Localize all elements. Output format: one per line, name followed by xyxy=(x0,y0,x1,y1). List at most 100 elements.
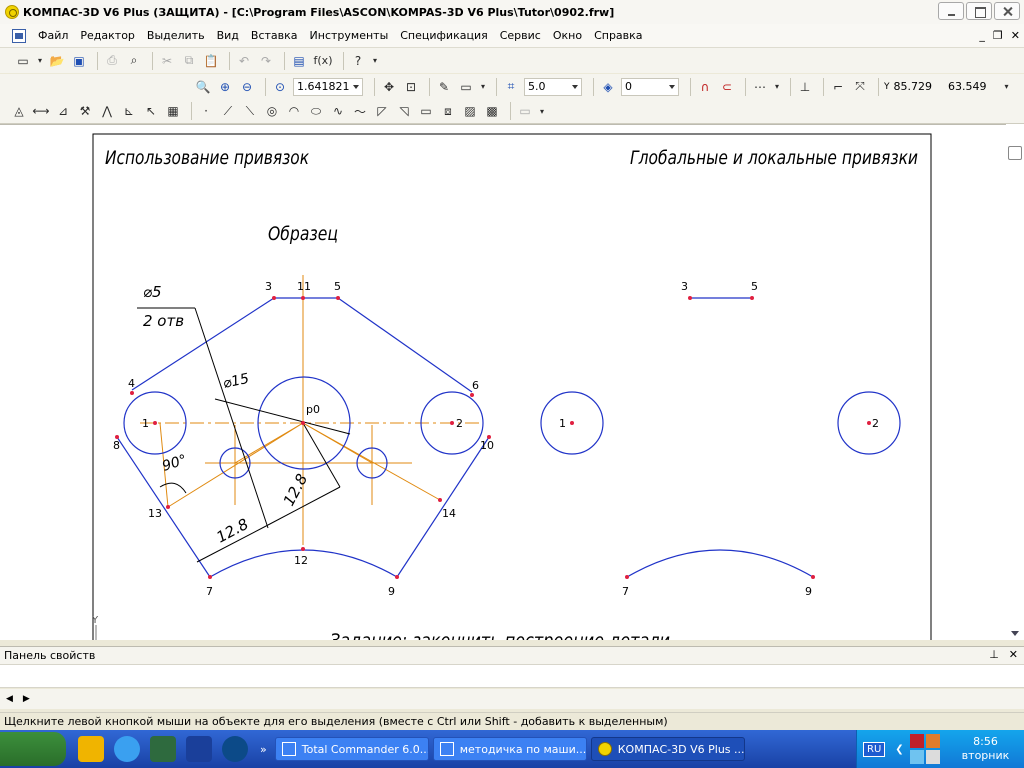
tray-network-icon[interactable] xyxy=(909,750,924,764)
ortho-icon[interactable]: ⌐ xyxy=(829,78,847,96)
step-cursor-icon[interactable]: ⌗ xyxy=(502,78,520,96)
display-dropdown-icon[interactable]: ▾ xyxy=(479,78,487,96)
menu-help[interactable]: Справка xyxy=(594,29,642,42)
new-document-icon[interactable]: ▭ xyxy=(14,52,32,70)
menu-select[interactable]: Выделить xyxy=(147,29,205,42)
vertical-scrollbar[interactable] xyxy=(1006,124,1024,640)
ellipse-icon[interactable]: ⬭ xyxy=(307,102,325,120)
clock[interactable]: 8:56 вторник xyxy=(962,735,1010,763)
quicklaunch-floppy-icon[interactable] xyxy=(182,732,216,766)
menu-specification[interactable]: Спецификация xyxy=(400,29,487,42)
doc-close-icon[interactable]: ✕ xyxy=(1011,29,1020,42)
zoom-window-icon[interactable]: 🔍 xyxy=(194,78,212,96)
fill-icon[interactable]: ▩ xyxy=(483,102,501,120)
circle-icon[interactable]: ◎ xyxy=(263,102,281,120)
close-button[interactable] xyxy=(994,2,1020,20)
hatch-icon[interactable]: ▨ xyxy=(461,102,479,120)
equidistant-icon[interactable]: ⧈ xyxy=(439,102,457,120)
menu-insert[interactable]: Вставка xyxy=(251,29,298,42)
display-mode-icon[interactable]: ▭ xyxy=(457,78,475,96)
pan-icon[interactable]: ✥ xyxy=(380,78,398,96)
select-panel-icon[interactable]: ↖ xyxy=(142,102,160,120)
manager-icon[interactable]: ▤ xyxy=(290,52,308,70)
quicklaunch-lightning-icon[interactable] xyxy=(74,732,108,766)
drawing-canvas[interactable]: Использование привязок Глобальные и лока… xyxy=(0,124,1024,640)
cursor-coords-icon[interactable]: ⤧ xyxy=(851,78,869,96)
redraw-icon[interactable]: ✎ xyxy=(435,78,453,96)
scroll-thumb[interactable] xyxy=(1008,146,1022,160)
segment-icon[interactable]: ⟍ xyxy=(241,102,259,120)
nav-right-icon[interactable]: ▶ xyxy=(23,694,30,704)
menu-window[interactable]: Окно xyxy=(553,29,582,42)
polyline-icon[interactable]: 〜 xyxy=(351,102,369,120)
quicklaunch-kompas-icon[interactable] xyxy=(218,732,252,766)
edit-panel-icon[interactable]: ⚒ xyxy=(76,102,94,120)
arc-icon[interactable]: ◠ xyxy=(285,102,303,120)
open-folder-icon[interactable]: 📂 xyxy=(48,52,66,70)
dimensions-panel-icon[interactable]: ⟷ xyxy=(32,102,50,120)
aux-line-icon[interactable]: ⟋ xyxy=(219,102,237,120)
task-total-commander[interactable]: Total Commander 6.0.... xyxy=(274,737,429,761)
coords-dropdown-icon[interactable]: ▾ xyxy=(1003,78,1011,96)
menu-service[interactable]: Сервис xyxy=(500,29,541,42)
step-combo[interactable]: 5.0 xyxy=(524,77,582,96)
symbols-panel-icon[interactable]: ⊿ xyxy=(54,102,72,120)
panel-pin-icon[interactable]: ⊥ xyxy=(989,648,999,661)
print-icon[interactable]: ⎙ xyxy=(103,52,121,70)
new-dropdown-icon[interactable]: ▾ xyxy=(36,52,44,70)
paste-icon[interactable]: 📋 xyxy=(202,52,220,70)
spec-panel-icon[interactable]: ▦ xyxy=(164,102,182,120)
drawing-svg[interactable]: Использование привязок Глобальные и лока… xyxy=(0,125,1006,640)
panel-close-icon[interactable]: ✕ xyxy=(1009,648,1018,661)
scroll-down-icon[interactable] xyxy=(1011,631,1019,636)
help-pointer-icon[interactable]: ? xyxy=(349,52,367,70)
rectangle-icon[interactable]: ▭ xyxy=(417,102,435,120)
zoom-in-icon[interactable]: ⊕ xyxy=(216,78,234,96)
point-icon[interactable]: · xyxy=(197,102,215,120)
layers-icon[interactable]: ◈ xyxy=(599,78,617,96)
measure-icon[interactable]: ⊾ xyxy=(120,102,138,120)
start-button[interactable] xyxy=(0,732,66,766)
geometry-panel-icon[interactable]: ◬ xyxy=(10,102,28,120)
grid-icon[interactable]: ⋯ xyxy=(751,78,769,96)
save-icon[interactable]: ▣ xyxy=(70,52,88,70)
variables-icon[interactable]: f(x) xyxy=(312,52,334,70)
nav-left-icon[interactable]: ◀ xyxy=(6,694,13,704)
task-word-doc[interactable]: методичка по маши... xyxy=(432,737,587,761)
doc-minimize-icon[interactable]: _ xyxy=(979,29,985,42)
quicklaunch-ie-icon[interactable] xyxy=(110,732,144,766)
chamfer-icon[interactable]: ◸ xyxy=(373,102,391,120)
layer-combo[interactable]: 0 xyxy=(621,77,679,96)
doc-restore-icon[interactable]: ❐ xyxy=(993,29,1003,42)
zoom-combo[interactable]: 1.641821 xyxy=(293,77,363,96)
menu-tools[interactable]: Инструменты xyxy=(310,29,389,42)
kaspersky-icon[interactable] xyxy=(909,734,924,748)
local-cs-icon[interactable]: ⊥ xyxy=(796,78,814,96)
fillet-icon[interactable]: ◹ xyxy=(395,102,413,120)
help-dropdown-icon[interactable]: ▾ xyxy=(371,52,379,70)
quicklaunch-desktop-icon[interactable] xyxy=(146,732,180,766)
menu-editor[interactable]: Редактор xyxy=(80,29,135,42)
language-indicator[interactable]: RU xyxy=(863,741,886,757)
zoom-scale-icon[interactable]: ⊙ xyxy=(271,78,289,96)
zoom-out-icon[interactable]: ⊖ xyxy=(238,78,256,96)
menu-file[interactable]: Файл xyxy=(38,29,68,42)
grid-dropdown-icon[interactable]: ▾ xyxy=(773,78,781,96)
copy-icon[interactable]: ⧉ xyxy=(180,52,198,70)
tray-expand-icon[interactable]: ❮ xyxy=(895,744,903,755)
parametrization-icon[interactable]: ⋀ xyxy=(98,102,116,120)
task-kompas[interactable]: КОМПАС-3D V6 Plus ... xyxy=(590,737,745,761)
quicklaunch-more-icon[interactable]: » xyxy=(260,743,267,756)
redo-icon[interactable]: ↷ xyxy=(257,52,275,70)
tray-app-icon[interactable] xyxy=(925,734,940,748)
macro-icon[interactable]: ▭ xyxy=(516,102,534,120)
tray-volume-icon[interactable] xyxy=(925,750,940,764)
minimize-button[interactable] xyxy=(938,2,964,20)
snap-local-icon[interactable]: ⊂ xyxy=(718,78,736,96)
spline-icon[interactable]: ∿ xyxy=(329,102,347,120)
cut-icon[interactable]: ✂ xyxy=(158,52,176,70)
undo-icon[interactable]: ↶ xyxy=(235,52,253,70)
snap-magnet-icon[interactable]: ∩ xyxy=(696,78,714,96)
maximize-button[interactable] xyxy=(966,2,992,20)
menu-view[interactable]: Вид xyxy=(217,29,239,42)
